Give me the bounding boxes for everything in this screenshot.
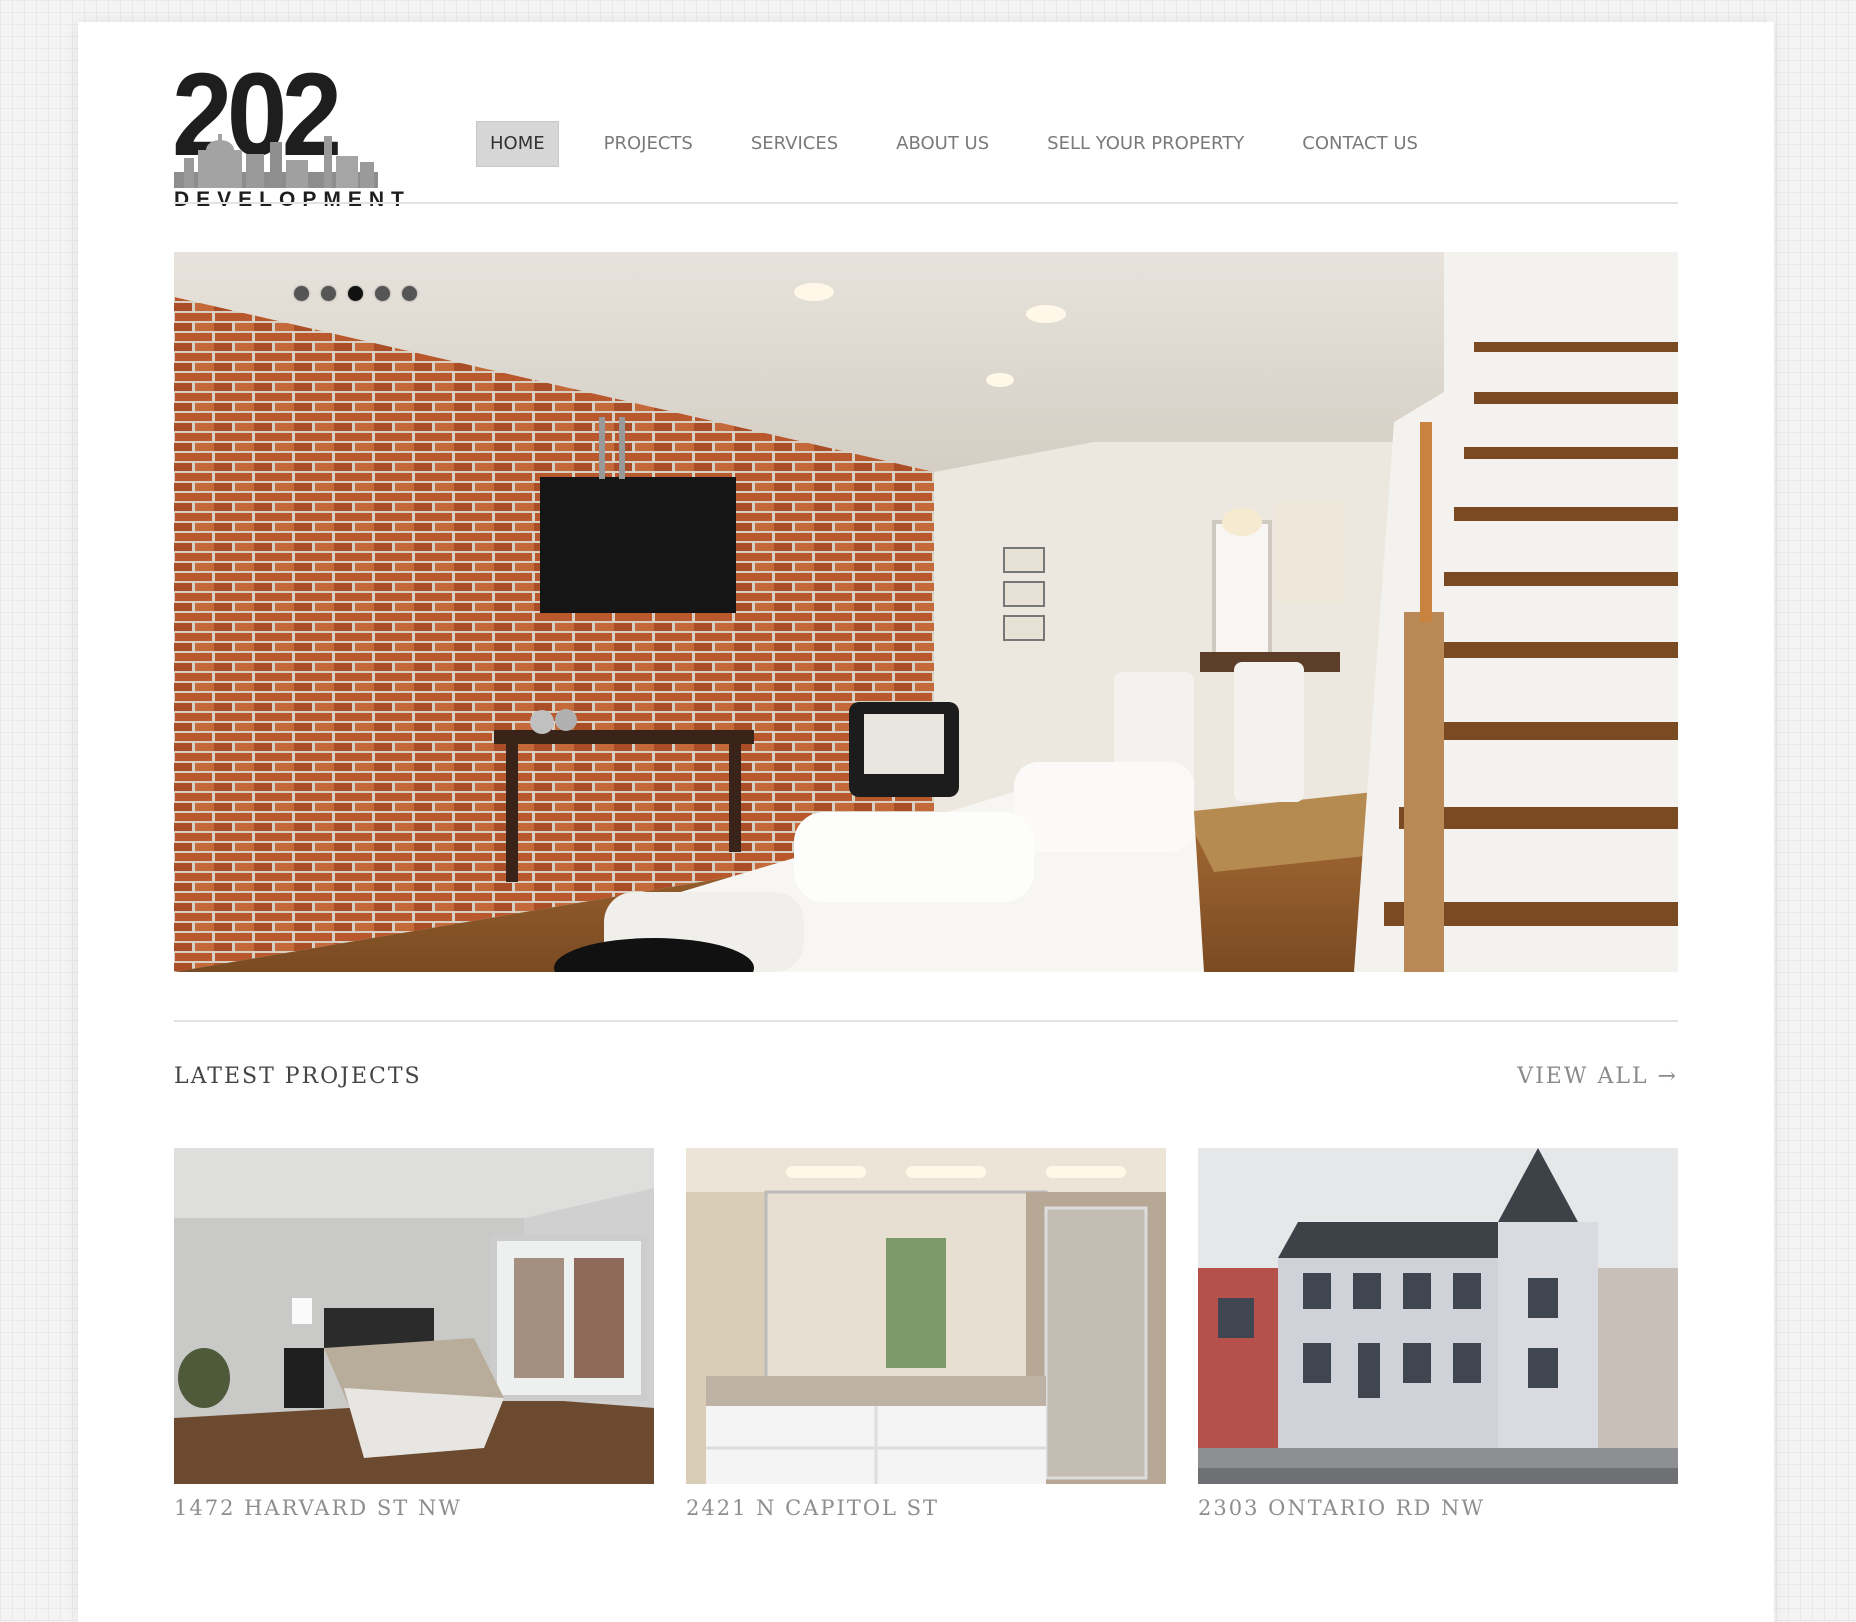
project-card[interactable]: 2421 N CAPITOL ST [686, 1148, 1166, 1520]
nav-home[interactable]: HOME [476, 121, 559, 167]
site-header: 202 DEVELOPMENT HOME PROJECTS SERVICES A… [172, 46, 1678, 226]
project-bathroom-image [686, 1148, 1166, 1484]
slider-dot-2[interactable] [321, 286, 336, 301]
project-caption: 1472 HARVARD ST NW [174, 1496, 462, 1520]
hero-living-room-image [174, 252, 1678, 972]
slider-dot-4[interactable] [375, 286, 390, 301]
page-container: 202 DEVELOPMENT HOME PROJECTS SERVICES A… [78, 22, 1774, 1622]
project-rowhouse-image [1198, 1148, 1678, 1484]
nav-sell-your-property[interactable]: SELL YOUR PROPERTY [1034, 122, 1257, 166]
logo-subtitle: DEVELOPMENT [174, 188, 411, 211]
nav-contact-us[interactable]: CONTACT US [1289, 122, 1431, 166]
latest-projects-title: LATEST PROJECTS [174, 1064, 422, 1089]
site-logo[interactable]: 202 DEVELOPMENT [172, 56, 404, 211]
view-all-link[interactable]: VIEW ALL → [1517, 1064, 1678, 1089]
slider-dot-3[interactable] [348, 286, 363, 301]
header-divider [174, 202, 1678, 204]
slider-pagination [294, 286, 429, 301]
nav-projects[interactable]: PROJECTS [591, 122, 706, 166]
nav-about-us[interactable]: ABOUT US [883, 122, 1002, 166]
projects-grid: 1472 HARVARD ST NW 2421 N CAPITOL ST 230… [174, 1148, 1678, 1520]
hero-slider[interactable] [174, 252, 1678, 972]
project-card[interactable]: 2303 ONTARIO RD NW [1198, 1148, 1678, 1520]
project-bedroom-image [174, 1148, 654, 1484]
logo-skyline-icon [174, 134, 378, 188]
nav-services[interactable]: SERVICES [738, 122, 851, 166]
main-nav: HOME PROJECTS SERVICES ABOUT US SELL YOU… [476, 121, 1463, 167]
project-caption: 2421 N CAPITOL ST [686, 1496, 940, 1520]
slider-dot-1[interactable] [294, 286, 309, 301]
project-card[interactable]: 1472 HARVARD ST NW [174, 1148, 654, 1520]
slider-dot-5[interactable] [402, 286, 417, 301]
project-caption: 2303 ONTARIO RD NW [1198, 1496, 1486, 1520]
section-divider [174, 1020, 1678, 1022]
